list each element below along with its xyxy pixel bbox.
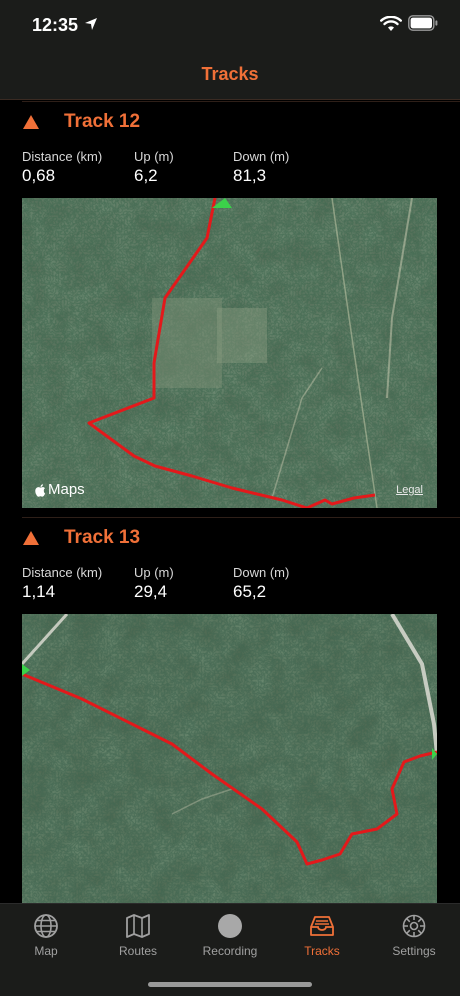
gear-icon: [402, 914, 426, 938]
maps-logo: Maps: [34, 481, 85, 498]
tab-routes[interactable]: Routes: [92, 912, 184, 958]
tab-map[interactable]: Map: [0, 912, 92, 958]
stat-label: Distance (km): [22, 149, 103, 164]
tray-icon: [310, 916, 334, 936]
divider: [22, 101, 460, 102]
stat-up: Up (m) 6,2: [134, 149, 174, 186]
stat-label: Down (m): [233, 565, 290, 580]
divider: [22, 517, 460, 518]
battery-icon: [408, 15, 438, 31]
tab-tracks[interactable]: Tracks: [276, 912, 368, 958]
stat-label: Distance (km): [22, 565, 103, 580]
tab-label: Recording: [202, 944, 258, 958]
status-bar: 12:35: [0, 0, 460, 50]
stat-label: Up (m): [134, 149, 174, 164]
stat-value: 1,14: [22, 582, 56, 601]
tab-settings[interactable]: Settings: [368, 912, 460, 958]
stat-distance: Distance (km) 0,68: [22, 149, 102, 186]
wifi-icon: [380, 16, 402, 31]
location-arrow-icon: [85, 18, 97, 30]
stat-label: Down (m): [233, 149, 290, 164]
tab-recording[interactable]: Recording: [184, 912, 276, 958]
satellite-map-image: [22, 614, 437, 904]
status-time: 12:35: [32, 15, 79, 35]
tab-label: Tracks: [304, 944, 340, 958]
track-header: Track 12: [22, 109, 140, 135]
stat-label: Up (m): [134, 565, 174, 580]
tab-label: Routes: [118, 944, 158, 958]
stat-value: 65,2: [233, 582, 267, 601]
map-icon: [126, 914, 150, 938]
stat-value: 29,4: [134, 582, 168, 601]
nav-bar: Tracks: [0, 50, 460, 100]
track-name: Track 12: [64, 111, 141, 132]
maps-logo-text: Maps: [48, 481, 85, 498]
satellite-map-image: [22, 198, 437, 508]
track-map[interactable]: Maps Legal: [22, 198, 437, 508]
stat-value: 81,3: [233, 166, 267, 185]
triangle-icon: [23, 531, 39, 545]
tab-bar: Map Routes Recording Tracks Settings: [0, 903, 460, 996]
stat-value: 6,2: [134, 166, 158, 185]
apple-logo-icon: [35, 483, 46, 497]
track-header: Track 13: [22, 525, 140, 551]
record-icon: [218, 914, 242, 938]
stat-down: Down (m) 65,2: [233, 565, 289, 602]
triangle-icon: [23, 115, 39, 129]
tab-label: Map: [34, 944, 58, 958]
globe-icon: [34, 914, 58, 938]
home-indicator[interactable]: [148, 982, 312, 987]
track-map[interactable]: [22, 614, 437, 904]
track-name: Track 13: [64, 527, 141, 548]
stat-down: Down (m) 81,3: [233, 149, 289, 186]
page-title: Tracks: [201, 64, 259, 84]
stat-up: Up (m) 29,4: [134, 565, 174, 602]
stat-value: 0,68: [22, 166, 56, 185]
tab-label: Settings: [392, 944, 436, 958]
legal-link[interactable]: Legal: [396, 484, 423, 496]
stat-distance: Distance (km) 1,14: [22, 565, 102, 602]
